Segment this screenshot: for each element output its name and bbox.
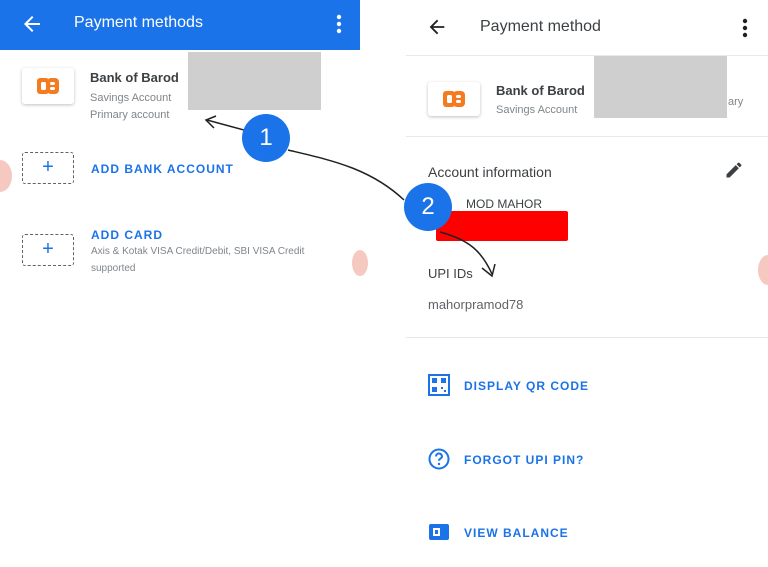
redaction-red [436,211,568,241]
bank-name: Bank of Barod [90,70,179,85]
bank-logo [428,82,480,116]
account-holder-name: MOD MAHOR [466,197,542,211]
primary-account-label: Primary account [90,109,170,121]
annotation-marker-2: 2 [404,183,452,231]
back-arrow-icon[interactable] [426,16,448,38]
bank-name: Bank of Barod [496,83,585,98]
qr-code-icon [428,374,450,396]
upi-ids-title: UPI IDs [428,266,473,281]
page-title: Payment method [480,18,601,35]
display-qr-code-label: DISPLAY QR CODE [464,379,590,393]
help-circle-icon [428,448,450,470]
redaction-grey [594,56,727,118]
primary-label-fragment: ary [728,96,744,108]
page-title: Payment methods [74,14,203,31]
payment-method-detail-screen: Payment method Bank of Barod Savings Acc… [406,0,768,567]
add-card-label: ADD CARD [91,228,163,242]
bank-of-baroda-logo-icon [37,78,59,94]
more-vert-icon[interactable] [740,16,750,40]
display-qr-code-button[interactable]: DISPLAY QR CODE [406,368,768,404]
divider [406,337,768,338]
app-bar: Payment methods [0,0,360,50]
payment-methods-screen: Payment methods Bank of Barod Savings Ac… [0,0,368,567]
bank-logo [22,68,74,104]
wallet-icon [429,524,449,540]
edge-decoration [352,250,368,276]
edit-pencil-icon[interactable] [724,160,744,180]
edge-decoration [758,255,768,285]
account-type: Savings Account [90,92,172,104]
add-bank-account-label: ADD BANK ACCOUNT [91,162,234,176]
back-arrow-icon[interactable] [20,12,44,36]
forgot-upi-pin-label: FORGOT UPI PIN? [464,453,585,467]
account-information-title: Account information [428,164,552,180]
app-bar: Payment method [406,0,768,56]
more-vert-icon[interactable] [333,12,345,36]
add-box: + [22,152,74,184]
forgot-upi-pin-button[interactable]: FORGOT UPI PIN? [406,442,768,478]
add-bank-account-button[interactable]: + ADD BANK ACCOUNT [0,150,360,190]
plus-icon: + [42,238,54,260]
upi-id-value: mahorpramod78 [428,297,524,312]
account-type: Savings Account [496,104,578,116]
add-card-button[interactable]: + ADD CARD Axis & Kotak VISA Credit/Debi… [0,228,360,282]
add-box: + [22,234,74,266]
view-balance-label: VIEW BALANCE [464,526,569,540]
bank-of-baroda-logo-icon [443,91,465,107]
view-balance-button[interactable]: VIEW BALANCE [406,515,768,551]
annotation-marker-1: 1 [242,114,290,162]
plus-icon: + [42,156,54,178]
add-card-description: Axis & Kotak VISA Credit/Debit, SBI VISA… [91,246,305,274]
redaction-grey [188,52,321,110]
